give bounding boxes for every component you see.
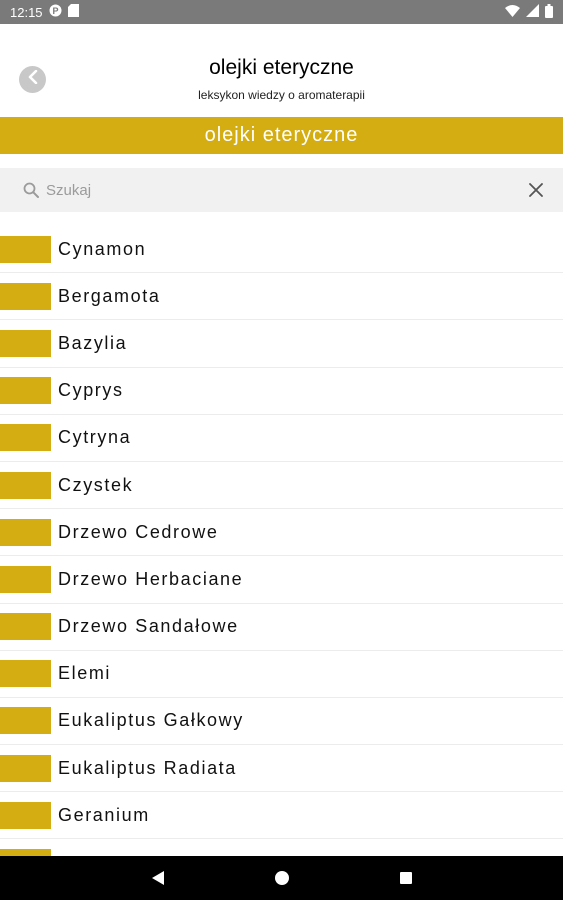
list-item-label: Bergamota [58,285,161,306]
search-icon [22,181,40,199]
list-item[interactable] [0,839,563,856]
search-bar [0,168,563,212]
list-item[interactable]: Cytryna [0,415,563,462]
close-icon[interactable] [525,179,547,201]
item-color-swatch [0,329,51,357]
list-item-label: Bazylia [58,332,128,353]
item-color-swatch [0,235,51,263]
list-item[interactable]: Elemi [0,651,563,698]
list-item[interactable]: Cyprys [0,368,563,415]
wifi-icon [505,4,520,20]
item-color-swatch [0,707,51,735]
search-input[interactable] [46,181,525,199]
list-item[interactable]: Cynamon [0,226,563,274]
back-triangle-icon[interactable] [146,866,170,890]
list-item[interactable]: Eukaliptus Radiata [0,745,563,793]
item-color-swatch [0,518,51,546]
item-color-swatch [0,660,51,688]
item-color-swatch [0,471,51,499]
page-subtitle: leksykon wiedzy o aromaterapii [198,88,365,102]
list-item[interactable]: Drzewo Herbaciane [0,556,563,604]
list-item-label: Drzewo Sandałowe [58,616,239,637]
list-item-label: Geranium [58,804,150,825]
system-nav-bar [0,856,563,900]
item-color-swatch [0,754,51,782]
list-item[interactable]: Bazylia [0,320,563,368]
item-color-swatch [0,282,51,310]
list-item-label: Drzewo Herbaciane [58,568,244,589]
category-banner: olejki eteryczne [0,117,563,154]
svg-text:P: P [52,6,58,16]
list-item[interactable]: Geranium [0,792,563,840]
home-circle-icon[interactable] [270,866,294,890]
item-color-swatch [0,424,51,452]
p-notification-icon: P [49,4,62,20]
list-item-label: Eukaliptus Gałkowy [58,710,244,731]
list-item-label: Elemi [58,663,112,684]
list-item[interactable]: Eukaliptus Gałkowy [0,698,563,746]
battery-icon [545,3,553,21]
list-item-label: Cyprys [58,380,124,401]
app-header: olejki eteryczne leksykon wiedzy o aroma… [0,24,563,117]
category-banner-label: olejki eteryczne [204,124,359,146]
list-item-label: Cytryna [58,427,132,448]
page-title: olejki eteryczne [209,56,354,79]
sd-card-icon [67,4,79,20]
list-item-label: Eukaliptus Radiata [58,757,237,778]
item-color-swatch [0,377,51,405]
list-item[interactable]: Bergamota [0,273,563,321]
list-item[interactable]: Czystek [0,462,563,510]
list-item[interactable]: Drzewo Cedrowe [0,509,563,557]
list-item-label: Cynamon [58,238,147,259]
item-color-swatch [0,613,51,641]
item-color-swatch [0,849,51,856]
list-item-label: Czystek [58,474,134,495]
list-item-label: Drzewo Cedrowe [58,521,219,542]
list-item[interactable]: Drzewo Sandałowe [0,604,563,651]
oil-list: Cynamon Bergamota Bazylia Cyprys Cytryna… [0,226,563,856]
item-color-swatch [0,801,51,829]
recents-square-icon[interactable] [394,866,418,890]
item-color-swatch [0,565,51,593]
signal-icon [526,4,539,20]
status-bar: 12:15 P [0,0,563,24]
status-time: 12:15 [10,4,43,20]
